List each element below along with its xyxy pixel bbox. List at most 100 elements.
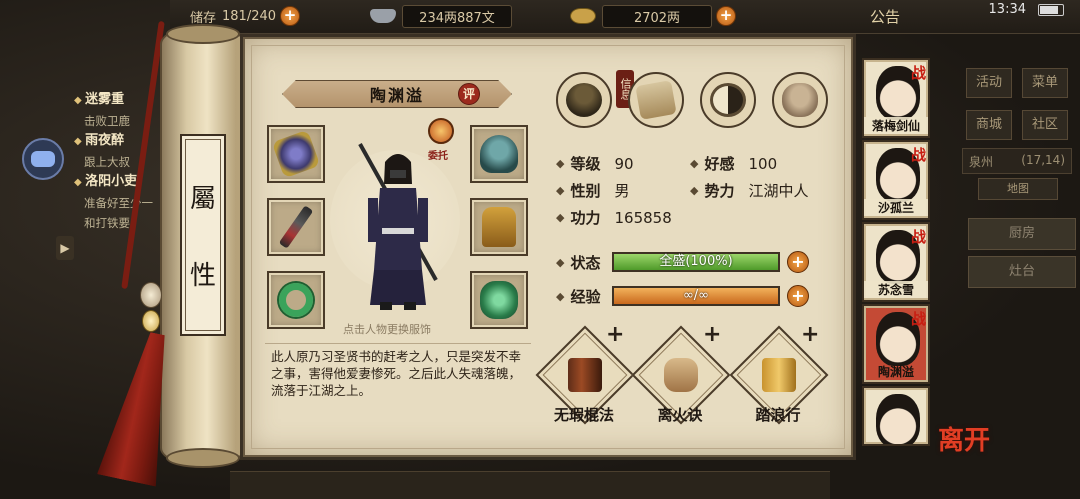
stat-level: ◆ 等级 90 xyxy=(556,153,634,174)
equip-slot-ring[interactable] xyxy=(267,271,325,329)
hero-bio: 此人原乃习圣贤书的赶考之人，只是突发不幸之事，害得他爱妻惨死。之后此人失魂落魄，… xyxy=(265,343,531,423)
stat-value: 100 xyxy=(748,154,778,173)
gold-coin-icon xyxy=(570,8,596,24)
skill-add-icon[interactable]: + xyxy=(801,322,819,347)
skill-name: 离火诀 xyxy=(657,406,703,424)
resource-bar: 储存 181/240 + 234两887文 2702两 + 公告 xyxy=(170,0,1080,34)
bottom-nav xyxy=(230,471,830,499)
armor-icon xyxy=(482,207,516,247)
bagua-icon xyxy=(710,83,746,117)
menu-button[interactable]: 菜单 xyxy=(1022,68,1068,98)
clock: 13:34 xyxy=(988,2,1026,17)
equip-slot-armor[interactable] xyxy=(470,198,528,256)
exp-add-button[interactable]: + xyxy=(787,285,809,307)
companion-card[interactable]: 战 落梅剑仙 xyxy=(862,58,930,138)
location-name: 泉州 xyxy=(969,155,994,169)
state-label: 状态 xyxy=(570,254,601,272)
attribute-tab[interactable]: 屬 性 xyxy=(180,134,226,336)
exp-label-row: ◆ 经验 xyxy=(556,286,614,307)
ingot-icon xyxy=(370,9,396,23)
gauntlet-icon xyxy=(271,129,321,179)
kitchen-button[interactable]: 厨房 xyxy=(968,218,1076,250)
battery-icon xyxy=(1038,3,1064,16)
stat-favor: ◆ 好感 100 xyxy=(690,153,777,174)
diamond-icon: ◆ xyxy=(556,290,565,303)
map-tag[interactable]: 地图 xyxy=(978,178,1058,200)
diamond-icon: ◆ xyxy=(556,157,565,170)
stat-label: 性别 xyxy=(570,182,601,200)
activity-button[interactable]: 活动 xyxy=(966,68,1012,98)
equip-slot-weapon[interactable] xyxy=(267,198,325,256)
skill-name: 无瑕棍法 xyxy=(553,406,614,424)
companion-card[interactable] xyxy=(862,386,930,446)
gamepad-icon xyxy=(31,151,55,167)
companion-card[interactable]: 战 沙孤兰 xyxy=(862,140,930,220)
gamepad-button[interactable] xyxy=(22,138,64,180)
stat-faction: ◆ 势力 江湖中人 xyxy=(690,180,809,201)
skill-name: 踏浪行 xyxy=(755,406,801,424)
equip-slot-gloves[interactable] xyxy=(267,125,325,183)
state-label-row: ◆ 状态 xyxy=(556,252,614,273)
tassel-bead xyxy=(140,282,162,308)
scroll-cap-bottom xyxy=(166,448,240,468)
capacity-value: 181/240 xyxy=(222,8,277,24)
tab-character-info[interactable] xyxy=(556,72,612,128)
rate-button[interactable]: 评 xyxy=(458,83,480,105)
helmet-icon xyxy=(480,135,518,173)
character-portrait-icon xyxy=(566,83,602,117)
battle-tag: 战 xyxy=(910,146,926,164)
stat-power: ◆ 功力 165858 xyxy=(556,207,672,228)
battle-tag: 战 xyxy=(910,310,926,328)
location-display[interactable]: 泉州 (17,14) xyxy=(962,148,1072,174)
jade-ring-icon xyxy=(279,283,313,317)
leave-button[interactable]: 离开 xyxy=(938,420,990,457)
exp-label: 经验 xyxy=(570,288,601,306)
exp-bar-text: ∞/∞ xyxy=(682,288,710,303)
stat-label: 等级 xyxy=(570,155,601,173)
bag-icon xyxy=(635,80,677,120)
shop-button[interactable]: 商城 xyxy=(966,110,1012,140)
state-add-button[interactable]: + xyxy=(787,251,809,273)
scroll-cap-top xyxy=(166,24,240,44)
spear-icon xyxy=(278,205,314,249)
silver-add-button[interactable]: + xyxy=(716,6,736,26)
meridian-body-icon xyxy=(782,83,818,117)
companion-card[interactable]: 战 苏念雪 xyxy=(862,222,930,302)
stat-value: 165858 xyxy=(614,208,672,227)
companion-name: 落梅剑仙 xyxy=(864,117,928,134)
tab-meridians[interactable] xyxy=(772,72,828,128)
stove-button[interactable]: 灶台 xyxy=(968,256,1076,288)
stat-value: 男 xyxy=(614,182,630,200)
stat-gender: ◆ 性别 男 xyxy=(556,180,630,201)
exp-bar: ∞/∞ xyxy=(612,286,780,306)
skill-add-icon[interactable]: + xyxy=(703,322,721,347)
diamond-icon: ◆ xyxy=(556,256,565,269)
skill-add-icon[interactable]: + xyxy=(606,322,624,347)
diamond-icon: ◆ xyxy=(556,211,565,224)
state-bar: 全盛(100%) xyxy=(612,252,780,272)
copper-display: 234两887文 xyxy=(370,4,512,28)
copper-value: 234两887文 xyxy=(402,4,512,28)
location-coords: (17,14) xyxy=(1021,153,1065,167)
companion-name: 苏念雪 xyxy=(864,281,928,298)
stat-label: 好感 xyxy=(704,155,735,173)
stat-value: 江湖中人 xyxy=(748,182,809,200)
state-bar-text: 全盛(100%) xyxy=(659,254,733,269)
diamond-icon: ◆ xyxy=(690,184,699,197)
capacity-label: 储存 xyxy=(190,10,217,26)
scroll-icon xyxy=(664,358,698,392)
community-button[interactable]: 社区 xyxy=(1022,110,1068,140)
companion-card-selected[interactable]: 战 陶渊溢 xyxy=(862,304,930,384)
stat-value: 90 xyxy=(614,154,634,173)
notice-button[interactable]: 公告 xyxy=(870,6,900,27)
character-sprite[interactable] xyxy=(352,140,444,315)
equip-slot-helmet[interactable] xyxy=(470,125,528,183)
companion-name: 沙孤兰 xyxy=(864,199,928,216)
manual-icon xyxy=(762,358,796,392)
expand-arrow-icon[interactable]: ▶ xyxy=(56,236,74,260)
tab-inventory[interactable] xyxy=(628,72,684,128)
equip-slot-accessory[interactable] xyxy=(470,271,528,329)
silver-value: 2702两 xyxy=(602,4,712,28)
capacity-add-button[interactable]: + xyxy=(280,6,301,26)
tab-bagua[interactable] xyxy=(700,72,756,128)
